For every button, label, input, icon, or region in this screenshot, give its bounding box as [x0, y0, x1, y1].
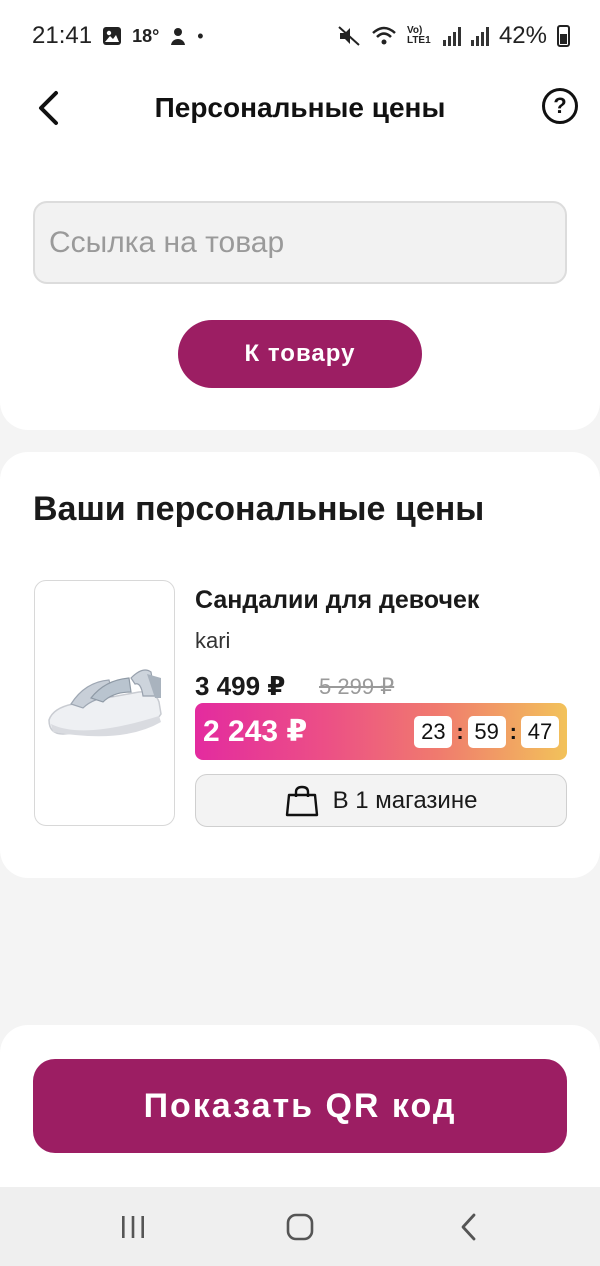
status-time: 21:41: [32, 22, 93, 49]
back-button[interactable]: [26, 86, 70, 130]
price-current: 3 499 ₽: [195, 671, 286, 701]
price-old: 5 299 ₽: [319, 674, 395, 699]
page-title: Персональные цены: [154, 92, 446, 123]
stores-label: В 1 магазине: [332, 786, 478, 814]
signal-2-icon: [470, 26, 489, 46]
to-product-button[interactable]: К товару: [178, 320, 422, 388]
signal-icon: [442, 26, 461, 46]
dot-icon: •: [197, 25, 204, 46]
gallery-icon: [103, 27, 122, 45]
countdown-timer: 23 : 59 : 47: [414, 715, 559, 748]
timer-separator: :: [509, 718, 517, 744]
product-link-input[interactable]: [33, 201, 567, 284]
product-image[interactable]: [34, 580, 175, 826]
product-brand: kari: [195, 628, 231, 653]
timer-separator: :: [456, 718, 464, 744]
back-arrow-icon: [39, 91, 58, 125]
personal-prices-card: Ваши персональные цены Сандалии для дево…: [0, 452, 600, 878]
product-name[interactable]: Сандалии для девочек: [195, 586, 479, 615]
network-label: Vo) LTE1: [406, 25, 431, 46]
top-card: Персональные цены ? К товару: [0, 72, 600, 430]
stores-button[interactable]: В 1 магазине: [195, 774, 567, 827]
timer-seconds: 47: [521, 715, 559, 748]
show-qr-button[interactable]: Показать QR код: [33, 1059, 567, 1153]
system-back-icon: [461, 1213, 476, 1241]
sandal-image: [47, 669, 162, 737]
battery-icon: [557, 25, 570, 47]
battery-label: 42%: [498, 22, 547, 49]
wifi-icon: [372, 26, 396, 45]
section-title: Ваши персональные цены: [33, 490, 485, 528]
mute-icon: [338, 26, 360, 46]
system-back-button[interactable]: [449, 1207, 489, 1247]
shopping-bag-icon: [285, 785, 318, 816]
bottom-card: Показать QR код: [0, 1025, 600, 1187]
header: Персональные цены ?: [0, 72, 600, 144]
status-bar: 21:41 18° • Vo) LTE1 42%: [0, 0, 600, 72]
question-icon: ?: [553, 93, 567, 118]
help-button[interactable]: ?: [542, 88, 578, 124]
recent-apps-icon: [122, 1216, 144, 1238]
home-button[interactable]: [280, 1207, 320, 1247]
personal-price: 2 243 ₽: [203, 715, 308, 748]
app-notification-icon: [171, 28, 186, 45]
timer-hours: 23: [414, 715, 453, 748]
recent-apps-button[interactable]: [113, 1207, 153, 1247]
home-icon: [286, 1213, 314, 1241]
personal-price-bar: 2 243 ₽ 23 : 59 : 47: [195, 703, 567, 760]
timer-minutes: 59: [467, 715, 506, 748]
status-temperature: 18°: [132, 25, 160, 46]
system-nav-bar: [0, 1187, 600, 1266]
